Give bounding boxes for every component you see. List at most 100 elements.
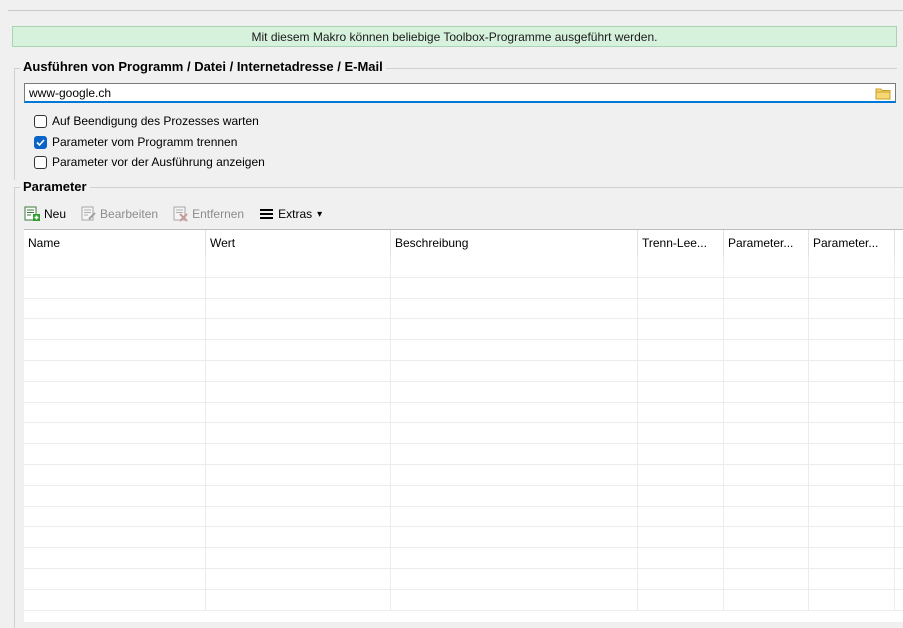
table-cell[interactable]	[24, 257, 206, 277]
show-parameters-checkbox[interactable]	[34, 155, 47, 169]
table-cell[interactable]	[24, 568, 206, 589]
table-row[interactable]	[24, 464, 903, 486]
table-cell[interactable]	[24, 444, 206, 464]
table-cell[interactable]	[24, 589, 206, 610]
table-cell[interactable]	[638, 402, 724, 423]
table-cell[interactable]	[724, 464, 809, 485]
table-cell[interactable]	[809, 423, 895, 444]
table-cell[interactable]	[391, 548, 638, 568]
table-cell[interactable]	[206, 298, 391, 319]
table-cell[interactable]	[724, 319, 809, 340]
table-cell[interactable]	[206, 257, 391, 277]
table-cell[interactable]	[391, 423, 638, 444]
remove-button[interactable]: Entfernen	[172, 206, 244, 222]
table-cell[interactable]	[638, 506, 724, 527]
table-cell[interactable]	[206, 360, 391, 381]
table-cell[interactable]	[638, 257, 724, 277]
program-path-field[interactable]	[24, 83, 896, 103]
column-header-value[interactable]: Wert	[206, 230, 391, 257]
new-button[interactable]: Neu	[24, 206, 66, 222]
table-cell[interactable]	[638, 360, 724, 381]
table-cell[interactable]	[24, 527, 206, 548]
table-cell[interactable]	[24, 423, 206, 444]
table-row[interactable]	[24, 277, 903, 299]
table-cell[interactable]	[724, 527, 809, 548]
table-cell[interactable]	[24, 277, 206, 298]
table-cell[interactable]	[638, 444, 724, 464]
table-row[interactable]	[24, 381, 903, 403]
table-cell[interactable]	[206, 568, 391, 589]
table-cell[interactable]	[206, 527, 391, 548]
table-row[interactable]	[24, 548, 903, 569]
table-cell[interactable]	[24, 340, 206, 360]
table-row[interactable]	[24, 589, 903, 611]
table-row[interactable]	[24, 319, 903, 341]
table-row[interactable]	[24, 506, 903, 528]
table-cell[interactable]	[391, 257, 638, 277]
table-cell[interactable]	[24, 319, 206, 340]
table-cell[interactable]	[724, 402, 809, 423]
table-cell[interactable]	[809, 485, 895, 506]
table-cell[interactable]	[391, 444, 638, 464]
table-cell[interactable]	[638, 568, 724, 589]
table-cell[interactable]	[724, 485, 809, 506]
table-cell[interactable]	[206, 402, 391, 423]
table-cell[interactable]	[724, 277, 809, 298]
edit-button[interactable]: Bearbeiten	[80, 206, 158, 222]
table-cell[interactable]	[206, 340, 391, 360]
table-cell[interactable]	[724, 340, 809, 360]
table-cell[interactable]	[724, 506, 809, 527]
table-cell[interactable]	[24, 381, 206, 402]
table-row[interactable]	[24, 527, 903, 549]
table-cell[interactable]	[638, 464, 724, 485]
table-cell[interactable]	[724, 548, 809, 568]
column-header-parameter-2[interactable]: Parameter...	[809, 230, 895, 257]
table-cell[interactable]	[24, 506, 206, 527]
table-cell[interactable]	[24, 360, 206, 381]
table-cell[interactable]	[206, 444, 391, 464]
column-header-name[interactable]: Name	[24, 230, 206, 257]
separate-parameters-checkbox[interactable]	[34, 135, 47, 149]
table-cell[interactable]	[206, 506, 391, 527]
folder-icon[interactable]	[875, 85, 891, 101]
table-cell[interactable]	[206, 277, 391, 298]
table-row[interactable]	[24, 257, 903, 278]
table-cell[interactable]	[206, 485, 391, 506]
table-cell[interactable]	[206, 548, 391, 568]
table-cell[interactable]	[638, 527, 724, 548]
table-cell[interactable]	[638, 485, 724, 506]
table-cell[interactable]	[809, 257, 895, 277]
program-path-input[interactable]	[29, 85, 859, 101]
table-cell[interactable]	[391, 485, 638, 506]
table-cell[interactable]	[206, 589, 391, 610]
table-cell[interactable]	[809, 340, 895, 360]
table-cell[interactable]	[638, 381, 724, 402]
table-cell[interactable]	[24, 464, 206, 485]
table-row[interactable]	[24, 444, 903, 465]
table-cell[interactable]	[391, 464, 638, 485]
table-cell[interactable]	[391, 568, 638, 589]
table-cell[interactable]	[391, 298, 638, 319]
table-cell[interactable]	[206, 423, 391, 444]
table-cell[interactable]	[809, 568, 895, 589]
table-cell[interactable]	[638, 298, 724, 319]
show-parameters-option[interactable]: Parameter vor der Ausführung anzeigen	[34, 155, 265, 169]
table-cell[interactable]	[724, 257, 809, 277]
table-row[interactable]	[24, 360, 903, 382]
table-cell[interactable]	[24, 485, 206, 506]
table-cell[interactable]	[638, 277, 724, 298]
table-cell[interactable]	[724, 444, 809, 464]
column-header-description[interactable]: Beschreibung	[391, 230, 638, 257]
table-cell[interactable]	[24, 548, 206, 568]
table-cell[interactable]	[206, 381, 391, 402]
table-row[interactable]	[24, 402, 903, 424]
table-cell[interactable]	[724, 381, 809, 402]
table-cell[interactable]	[809, 527, 895, 548]
table-row[interactable]	[24, 568, 903, 590]
extras-menu-button[interactable]: Extras ▾	[258, 206, 322, 222]
table-cell[interactable]	[391, 589, 638, 610]
table-cell[interactable]	[809, 464, 895, 485]
table-cell[interactable]	[724, 568, 809, 589]
wait-for-process-checkbox[interactable]	[34, 114, 47, 128]
column-header-parameter-1[interactable]: Parameter...	[724, 230, 809, 257]
